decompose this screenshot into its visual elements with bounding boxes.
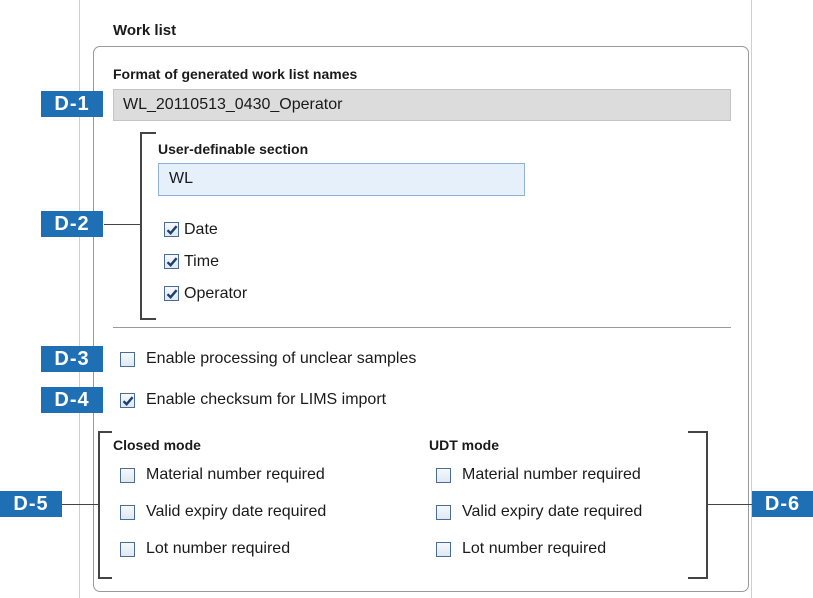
callout-d6: D-6 [752, 491, 813, 517]
panel-left-border [79, 0, 80, 598]
closed-mode-title: Closed mode [113, 437, 201, 453]
closed-expiry-label: Valid expiry date required [146, 503, 327, 520]
callout-d4: D-4 [41, 387, 103, 413]
user-section-input[interactable]: WL [158, 163, 525, 196]
date-label: Date [184, 221, 218, 238]
callout-d2: D-2 [41, 211, 103, 237]
section-title: Work list [113, 22, 177, 39]
d2-connector [104, 224, 141, 225]
udt-expiry-label: Valid expiry date required [462, 503, 643, 520]
callout-d5: D-5 [0, 491, 62, 517]
user-section-label: User-definable section [158, 141, 309, 157]
date-checkbox[interactable] [164, 222, 179, 237]
operator-label: Operator [184, 285, 248, 302]
unclear-samples-checkbox[interactable] [120, 352, 135, 367]
d6-connector [707, 504, 757, 505]
d6-bracket [688, 431, 708, 579]
d5-bracket [98, 431, 112, 579]
group-separator [113, 327, 731, 328]
d5-connector [62, 504, 99, 505]
format-preview-field: WL_20110513_0430_Operator [113, 89, 731, 121]
closed-lot-checkbox[interactable] [120, 542, 135, 557]
time-label: Time [184, 253, 219, 270]
udt-material-label: Material number required [462, 466, 641, 483]
d2-bracket [140, 132, 156, 320]
checksum-label: Enable checksum for LIMS import [146, 391, 387, 408]
checksum-checkbox[interactable] [120, 393, 135, 408]
udt-lot-label: Lot number required [462, 540, 607, 557]
closed-material-checkbox[interactable] [120, 468, 135, 483]
closed-expiry-checkbox[interactable] [120, 505, 135, 520]
callout-d3: D-3 [41, 346, 103, 372]
udt-expiry-checkbox[interactable] [436, 505, 451, 520]
callout-d1: D-1 [41, 91, 103, 117]
time-checkbox[interactable] [164, 254, 179, 269]
unclear-samples-label: Enable processing of unclear samples [146, 350, 417, 367]
operator-checkbox[interactable] [164, 286, 179, 301]
udt-material-checkbox[interactable] [436, 468, 451, 483]
closed-material-label: Material number required [146, 466, 325, 483]
format-label: Format of generated work list names [113, 66, 358, 82]
udt-lot-checkbox[interactable] [436, 542, 451, 557]
udt-mode-title: UDT mode [429, 437, 499, 453]
closed-lot-label: Lot number required [146, 540, 291, 557]
